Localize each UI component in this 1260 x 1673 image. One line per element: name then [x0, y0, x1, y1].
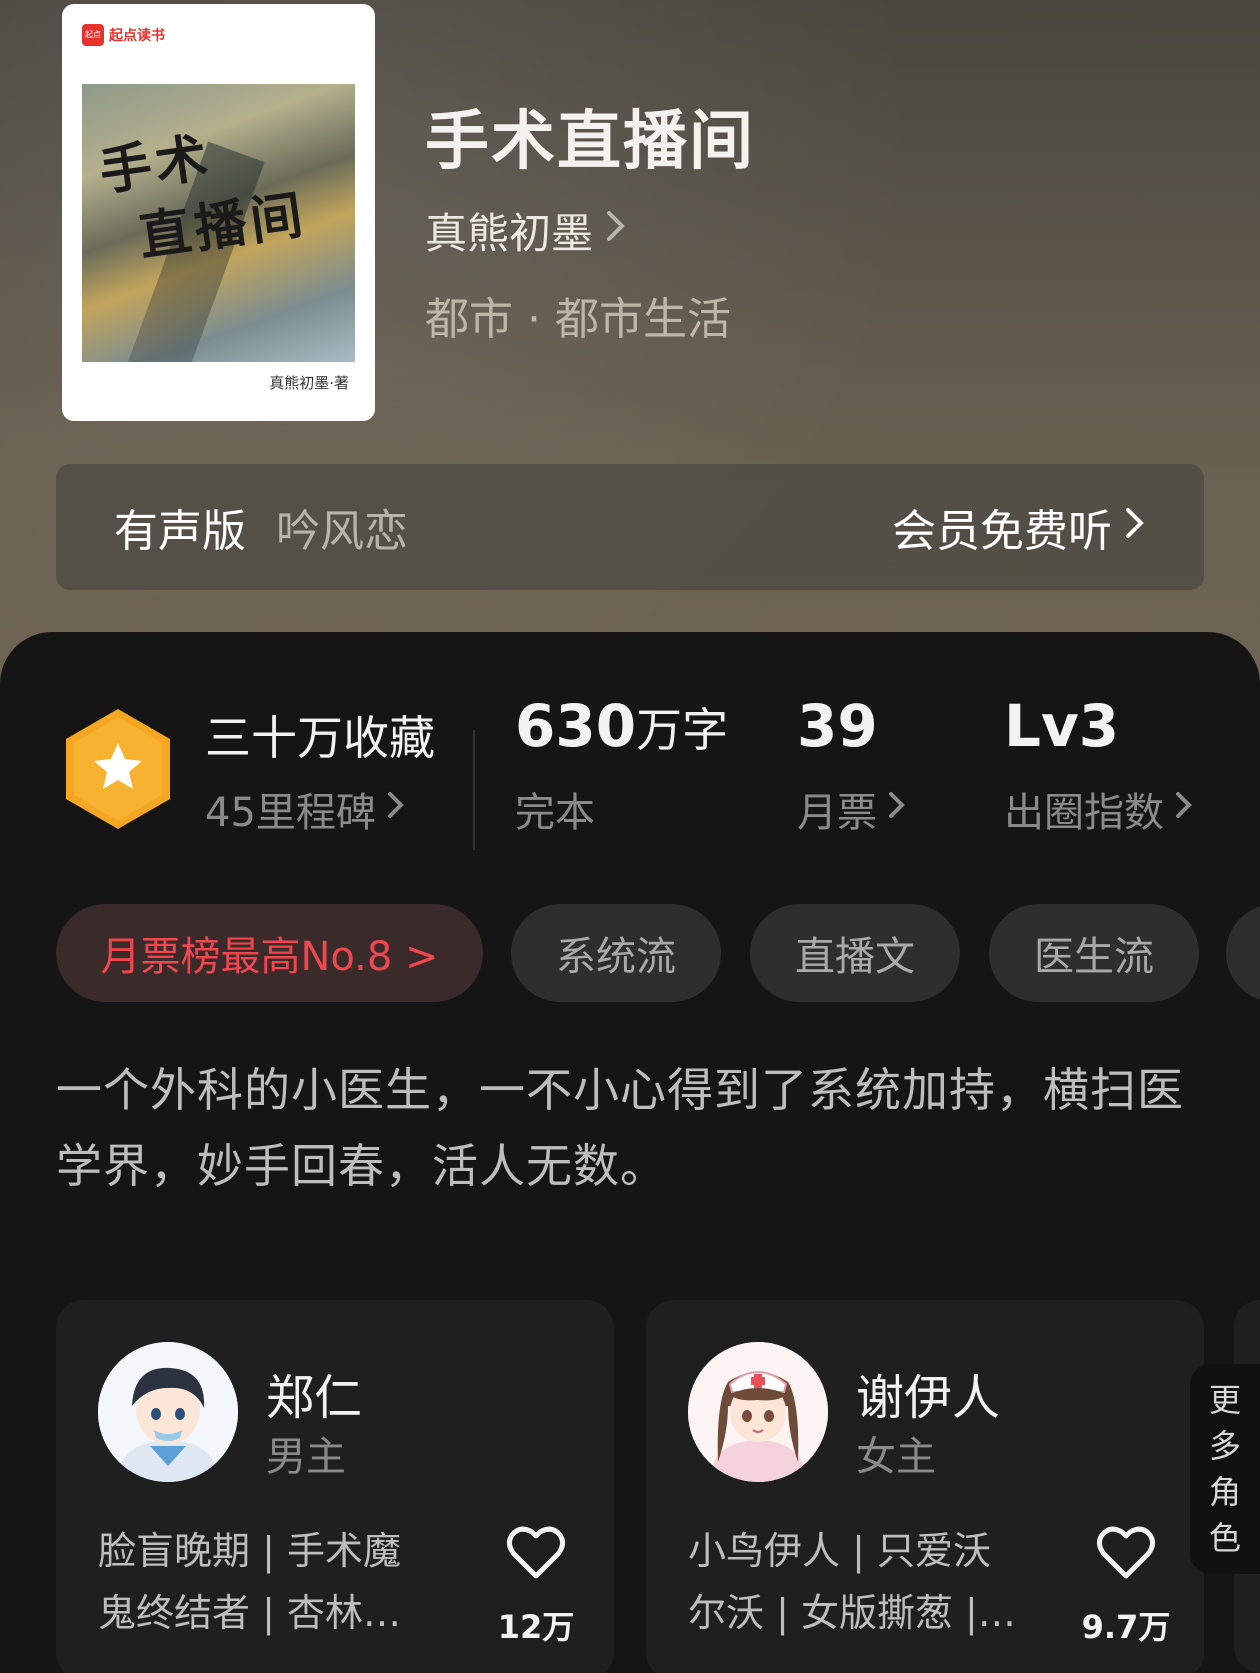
cover-artwork: 手术 直播间 — [82, 84, 355, 362]
star-hexagon-icon — [66, 709, 170, 829]
popularity-index-link[interactable]: 出圈指数 — [1004, 780, 1194, 838]
word-count-unit: 万字 — [636, 703, 729, 757]
more-roles-char: 角 — [1208, 1473, 1241, 1511]
character-name: 谢伊人 — [856, 1370, 1001, 1426]
milestones-label: 45里程碑 — [205, 790, 376, 836]
more-roles-char: 多 — [1208, 1427, 1241, 1465]
popularity-index-label: 出圈指数 — [1004, 790, 1164, 836]
completion-status: 完本 — [515, 790, 595, 836]
chevron-right-icon — [1174, 790, 1194, 828]
heart-outline-icon[interactable] — [506, 1524, 566, 1580]
monthly-votes-label: 月票 — [797, 790, 877, 836]
character-likes: 9.7万 — [1081, 1608, 1171, 1646]
member-free-listen-label: 会员免费听 — [892, 506, 1112, 557]
tag-partial[interactable] — [1226, 904, 1260, 1002]
author-link[interactable]: 真熊初墨 — [425, 200, 627, 261]
book-detail-panel: 三十万收藏 45里程碑 630万字 完本 39 月票 Lv3 出圈指数 月票榜最… — [0, 632, 1260, 1673]
book-synopsis[interactable]: 一个外科的小医生，一不小心得到了系统加持，横扫医学界，妙手回春，活人无数。 — [56, 1052, 1206, 1204]
monthly-votes-count: 39 — [797, 692, 878, 760]
more-characters-button[interactable]: 更 多 角 色 — [1190, 1364, 1260, 1574]
audiobook-narrator: 吟风恋 — [276, 506, 408, 557]
audiobook-bar[interactable]: 有声版 吟风恋 会员免费听 — [56, 464, 1204, 590]
word-count-number: 630 — [515, 692, 637, 760]
tag-system[interactable]: 系统流 — [511, 904, 721, 1002]
milestones-link[interactable]: 45里程碑 — [205, 780, 406, 838]
monthly-votes-link[interactable]: 月票 — [797, 780, 907, 838]
character-role: 女主 — [856, 1434, 936, 1480]
cover-brand: 起点 起点读书 — [82, 24, 165, 46]
chevron-right-icon — [1124, 506, 1146, 549]
stats-row: 三十万收藏 45里程碑 630万字 完本 39 月票 Lv3 出圈指数 — [0, 690, 1260, 850]
word-count: 630万字 — [515, 692, 728, 760]
tag-row: 月票榜最高No.8 > 系统流 直播文 医生流 — [56, 904, 1260, 1002]
cover-title: 手术 直播间 — [95, 111, 311, 277]
character-avatar — [98, 1342, 238, 1482]
chevron-right-icon — [605, 209, 627, 252]
cover-author-signature: 真熊初墨·著 — [269, 374, 349, 392]
character-card[interactable]: 谢伊人 女主 小鸟伊人 | 只爱沃尔沃 | 女版撕葱 |… 9.7万 — [646, 1300, 1204, 1673]
popularity-level: Lv3 — [1004, 692, 1119, 760]
monthly-rank-tag[interactable]: 月票榜最高No.8 > — [56, 904, 483, 1002]
chevron-right-icon — [386, 790, 406, 828]
character-description: 小鸟伊人 | 只爱沃尔沃 | 女版撕葱 |… — [688, 1529, 1016, 1635]
chevron-right-icon — [887, 790, 907, 828]
book-title: 手术直播间 — [425, 104, 755, 179]
tag-doctor[interactable]: 医生流 — [989, 904, 1199, 1002]
cover-brand-logo: 起点 — [82, 24, 104, 46]
tag-livestream[interactable]: 直播文 — [750, 904, 960, 1002]
more-roles-char: 色 — [1208, 1519, 1241, 1557]
author-name: 真熊初墨 — [425, 209, 594, 258]
member-free-listen-button[interactable]: 会员免费听 — [892, 495, 1146, 559]
book-genre[interactable]: 都市 · 都市生活 — [425, 283, 731, 347]
popularity-level-value: Lv3 — [1004, 692, 1120, 760]
character-card[interactable]: 郑仁 男主 脸盲晚期 | 手术魔鬼终结者 | 杏林… 12万 — [56, 1300, 614, 1673]
character-name: 郑仁 — [266, 1370, 363, 1426]
character-avatar — [688, 1342, 828, 1482]
more-roles-char: 更 — [1208, 1381, 1241, 1419]
audiobook-label: 有声版 — [114, 506, 246, 557]
character-likes: 12万 — [497, 1608, 575, 1646]
heart-outline-icon[interactable] — [1096, 1524, 1156, 1580]
character-role: 男主 — [266, 1434, 346, 1480]
favorites-count: 三十万收藏 — [205, 711, 435, 765]
book-cover[interactable]: 起点 起点读书 手术 直播间 真熊初墨·著 — [62, 4, 375, 421]
stats-divider — [473, 730, 475, 850]
monthly-votes-number: 39 — [797, 692, 878, 760]
cover-brand-name: 起点读书 — [109, 28, 165, 44]
character-description: 脸盲晚期 | 手术魔鬼终结者 | 杏林… — [98, 1529, 401, 1635]
